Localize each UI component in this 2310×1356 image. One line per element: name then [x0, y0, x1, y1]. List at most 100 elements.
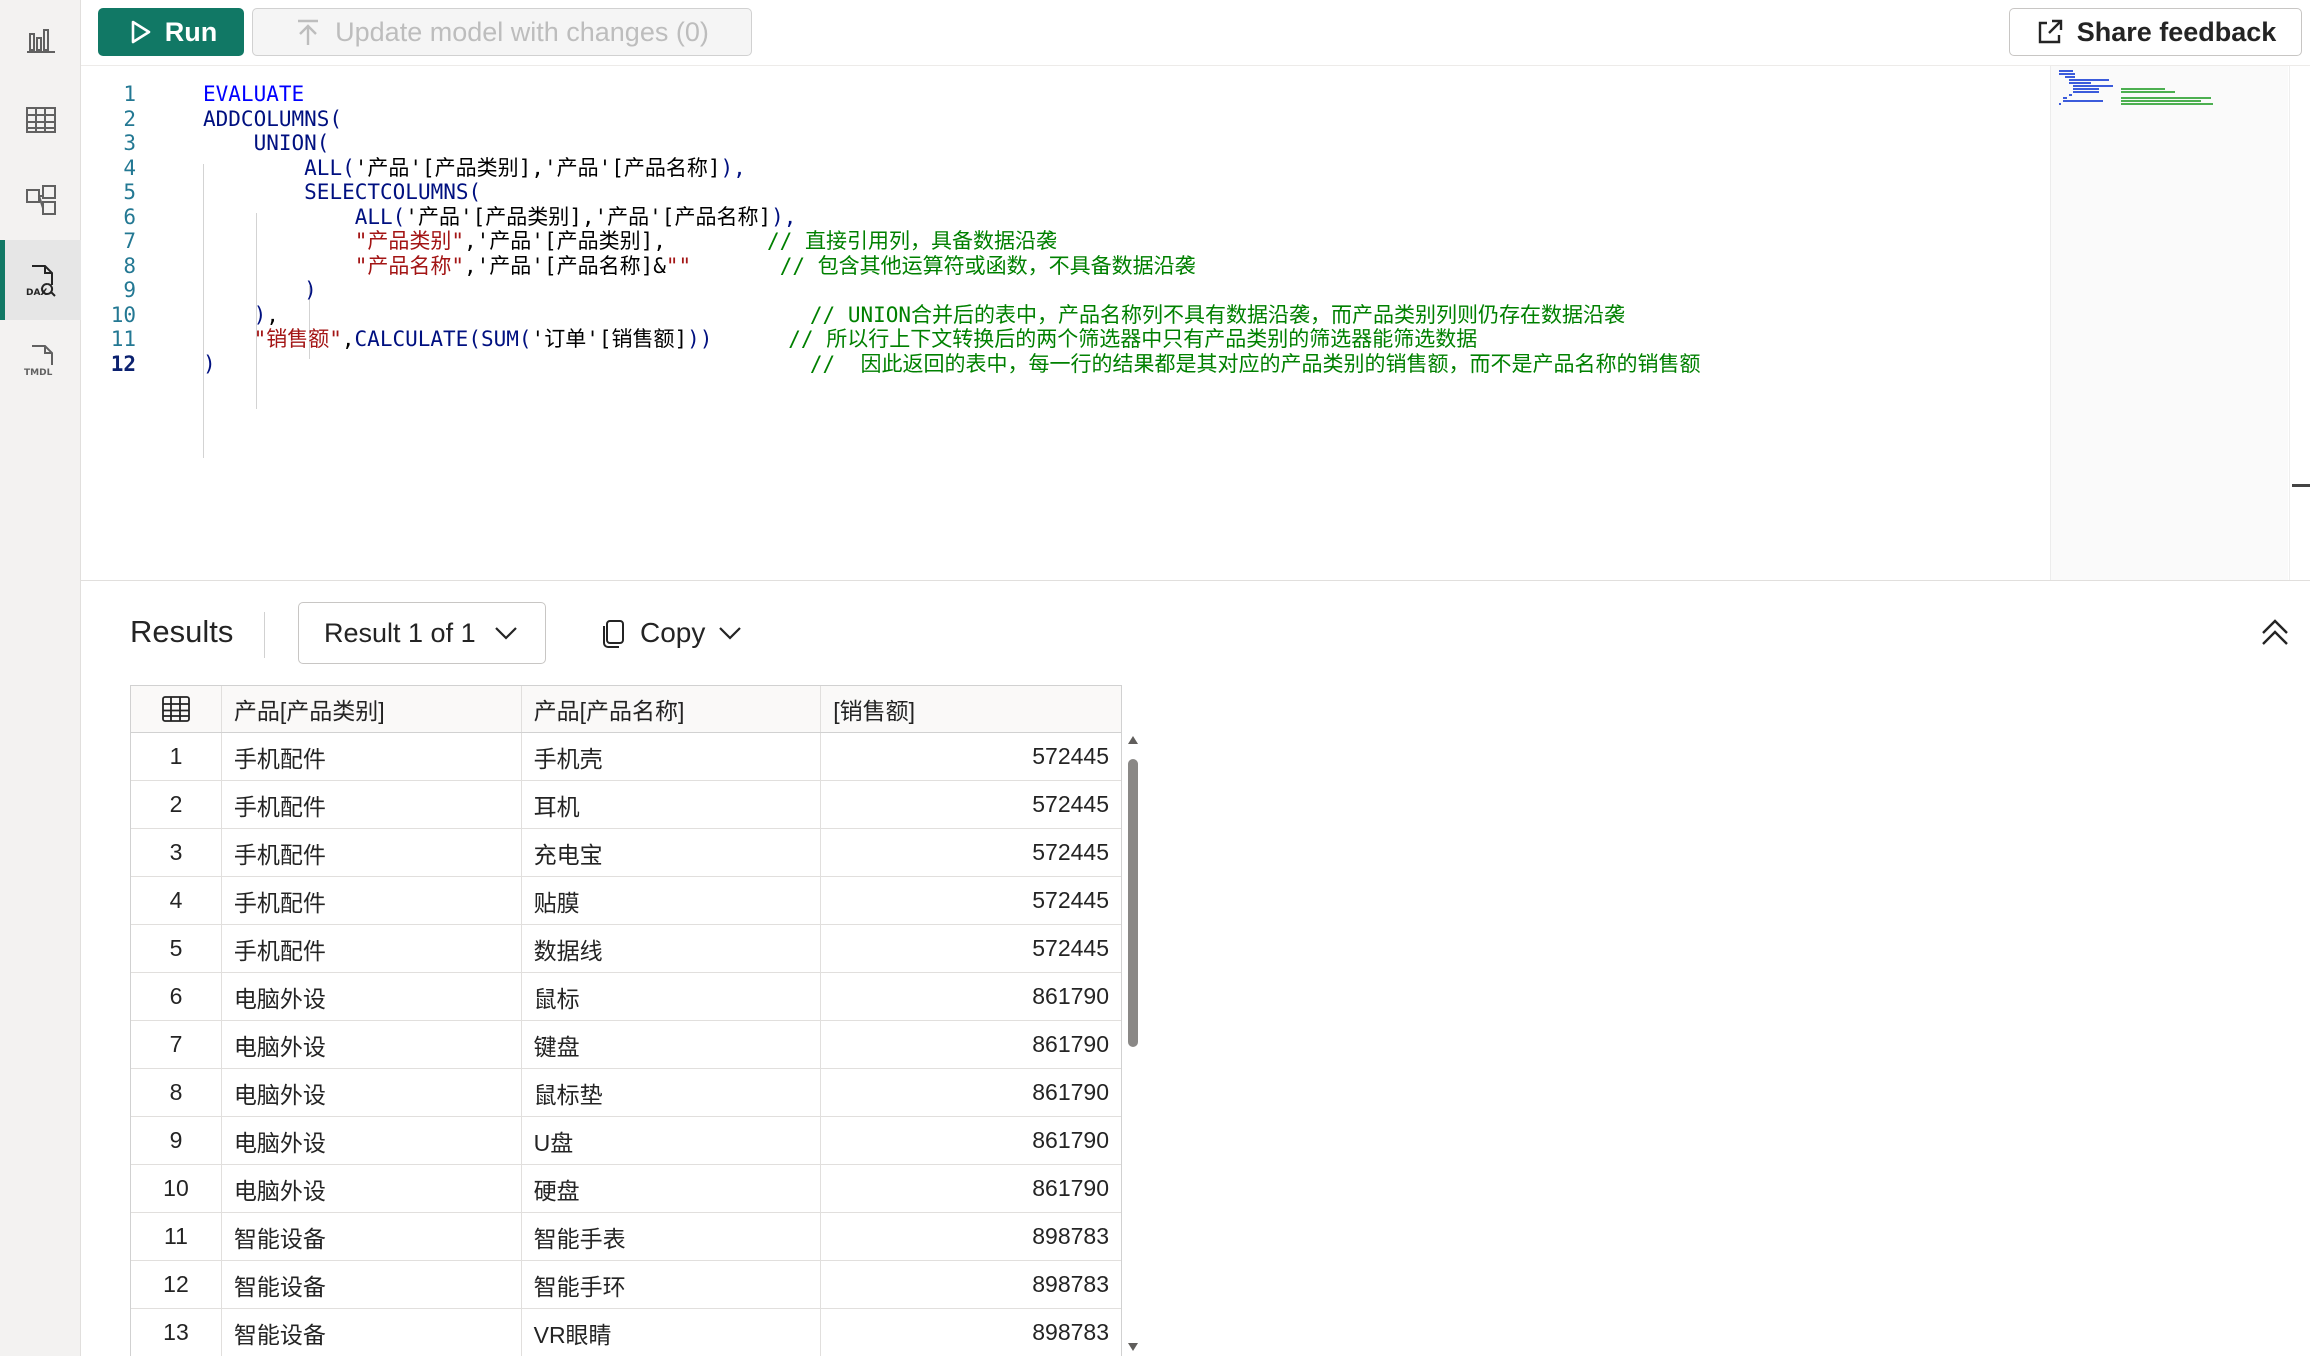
row-index-cell[interactable]: 2	[131, 781, 222, 828]
table-cell[interactable]: 智能设备	[222, 1261, 522, 1308]
table-cell[interactable]: 手机配件	[222, 925, 522, 972]
row-index-cell[interactable]: 13	[131, 1309, 222, 1356]
table-row[interactable]: 13 智能设备 VR眼睛 898783	[131, 1309, 1121, 1356]
copy-icon	[603, 620, 624, 648]
table-cell[interactable]: 电脑外设	[222, 1069, 522, 1116]
row-index-cell[interactable]: 12	[131, 1261, 222, 1308]
table-row[interactable]: 11 智能设备 智能手表 898783	[131, 1213, 1121, 1261]
table-cell[interactable]: 硬盘	[522, 1165, 822, 1212]
table-cell[interactable]: 智能设备	[222, 1213, 522, 1260]
table-cell[interactable]: 智能手环	[522, 1261, 822, 1308]
chevron-down-icon	[495, 627, 517, 640]
table-row[interactable]: 8 电脑外设 鼠标垫 861790	[131, 1069, 1121, 1117]
copy-label: Copy	[640, 617, 706, 648]
table-cell[interactable]: U盘	[522, 1117, 822, 1164]
code-minimap[interactable]	[2050, 66, 2288, 580]
minimap-line	[2069, 79, 2109, 81]
table-cell[interactable]: 智能手表	[522, 1213, 822, 1260]
run-label: Run	[164, 16, 218, 47]
row-index-cell[interactable]: 7	[131, 1021, 222, 1068]
table-row[interactable]: 2 手机配件 耳机 572445	[131, 781, 1121, 829]
table-cell[interactable]: 鼠标垫	[522, 1069, 822, 1116]
table-cell[interactable]: 电脑外设	[222, 1117, 522, 1164]
table-cell[interactable]: 电脑外设	[222, 1165, 522, 1212]
table-cell[interactable]: 贴膜	[522, 877, 822, 924]
table-cell[interactable]: 耳机	[522, 781, 822, 828]
collapse-results-icon[interactable]	[2258, 616, 2292, 650]
table-cell[interactable]: 键盘	[522, 1021, 822, 1068]
row-index-cell[interactable]: 1	[131, 733, 222, 780]
scroll-down-icon[interactable]	[1127, 1342, 1139, 1352]
table-cell[interactable]: 充电宝	[522, 829, 822, 876]
table-cell[interactable]: 861790	[821, 1117, 1121, 1164]
update-model-button[interactable]: Update model with changes (0)	[252, 8, 752, 56]
pane-divider[interactable]	[81, 580, 2310, 581]
table-cell[interactable]: 572445	[821, 733, 1121, 780]
table-row[interactable]: 3 手机配件 充电宝 572445	[131, 829, 1121, 877]
row-index-cell[interactable]: 6	[131, 973, 222, 1020]
table-cell[interactable]: 898783	[821, 1261, 1121, 1308]
scroll-up-icon[interactable]	[1127, 735, 1139, 745]
copy-button[interactable]: Copy	[600, 602, 760, 664]
row-index-cell[interactable]: 3	[131, 829, 222, 876]
table-cell[interactable]: 572445	[821, 877, 1121, 924]
table-cell[interactable]: 智能设备	[222, 1309, 522, 1356]
table-cell[interactable]: 572445	[821, 925, 1121, 972]
table-cell[interactable]: 手机壳	[522, 733, 822, 780]
row-index-cell[interactable]: 5	[131, 925, 222, 972]
select-all-cell[interactable]	[131, 686, 222, 732]
editor-scrollbar[interactable]	[2289, 66, 2310, 580]
table-cell[interactable]: 861790	[821, 1069, 1121, 1116]
table-cell[interactable]: 898783	[821, 1213, 1121, 1260]
column-header[interactable]: 产品[产品名称]	[522, 686, 822, 732]
row-index-cell[interactable]: 9	[131, 1117, 222, 1164]
table-cell[interactable]: 572445	[821, 781, 1121, 828]
table-cell[interactable]: 861790	[821, 1021, 1121, 1068]
row-index-cell[interactable]: 4	[131, 877, 222, 924]
model-view-button[interactable]	[0, 160, 81, 240]
table-row[interactable]: 9 电脑外设 U盘 861790	[131, 1117, 1121, 1165]
table-cell[interactable]: 898783	[821, 1309, 1121, 1356]
table-cell[interactable]: 861790	[821, 1165, 1121, 1212]
run-button[interactable]: Run	[98, 8, 244, 56]
grid-scroll-thumb[interactable]	[1128, 759, 1138, 1047]
report-view-button[interactable]	[0, 0, 81, 80]
table-row[interactable]: 4 手机配件 贴膜 572445	[131, 877, 1121, 925]
dax-code-editor[interactable]: 1 EVALUATE 2 ADDCOLUMNS(3 UNION(4 ALL('产品'[…	[81, 66, 2050, 580]
table-cell[interactable]: 861790	[821, 973, 1121, 1020]
dax-query-view-button[interactable]: DAX	[0, 240, 81, 320]
code-line[interactable]: 12) // 因此返回的表中，每一行的结果都是其对应的产品类别的销售额，而不是产…	[81, 346, 2050, 382]
table-row[interactable]: 1 手机配件 手机壳 572445	[131, 733, 1121, 781]
row-index-cell[interactable]: 10	[131, 1165, 222, 1212]
table-cell[interactable]: 572445	[821, 829, 1121, 876]
table-row[interactable]: 7 电脑外设 键盘 861790	[131, 1021, 1121, 1069]
table-cell[interactable]: 电脑外设	[222, 973, 522, 1020]
minimap-line	[2069, 94, 2072, 96]
share-feedback-button[interactable]: Share feedback	[2009, 8, 2302, 56]
table-cell[interactable]: 手机配件	[222, 781, 522, 828]
grid-header-row: 产品[产品类别] 产品[产品名称] [销售额]	[131, 686, 1121, 733]
scroll-position-marker	[2292, 484, 2310, 487]
column-header[interactable]: 产品[产品类别]	[222, 686, 522, 732]
tmdl-view-button[interactable]: TMDL	[0, 320, 81, 400]
table-view-button[interactable]	[0, 80, 81, 160]
table-cell[interactable]: 手机配件	[222, 733, 522, 780]
row-index-cell[interactable]: 11	[131, 1213, 222, 1260]
table-row[interactable]: 5 手机配件 数据线 572445	[131, 925, 1121, 973]
table-cell[interactable]: 数据线	[522, 925, 822, 972]
row-index-cell[interactable]: 8	[131, 1069, 222, 1116]
table-cell[interactable]: 手机配件	[222, 829, 522, 876]
table-cell[interactable]: VR眼睛	[522, 1309, 822, 1356]
share-icon	[2038, 19, 2062, 44]
table-row[interactable]: 10 电脑外设 硬盘 861790	[131, 1165, 1121, 1213]
table-cell[interactable]: 鼠标	[522, 973, 822, 1020]
column-header[interactable]: [销售额]	[821, 686, 1121, 732]
dax-query-icon: DAX	[26, 265, 56, 298]
table-cell[interactable]: 手机配件	[222, 877, 522, 924]
table-row[interactable]: 6 电脑外设 鼠标 861790	[131, 973, 1121, 1021]
table-cell[interactable]: 电脑外设	[222, 1021, 522, 1068]
grid-scrollbar[interactable]	[1124, 733, 1142, 1356]
minimap-line	[2073, 88, 2099, 90]
table-row[interactable]: 12 智能设备 智能手环 898783	[131, 1261, 1121, 1309]
result-selector-dropdown[interactable]: Result 1 of 1	[298, 602, 546, 664]
